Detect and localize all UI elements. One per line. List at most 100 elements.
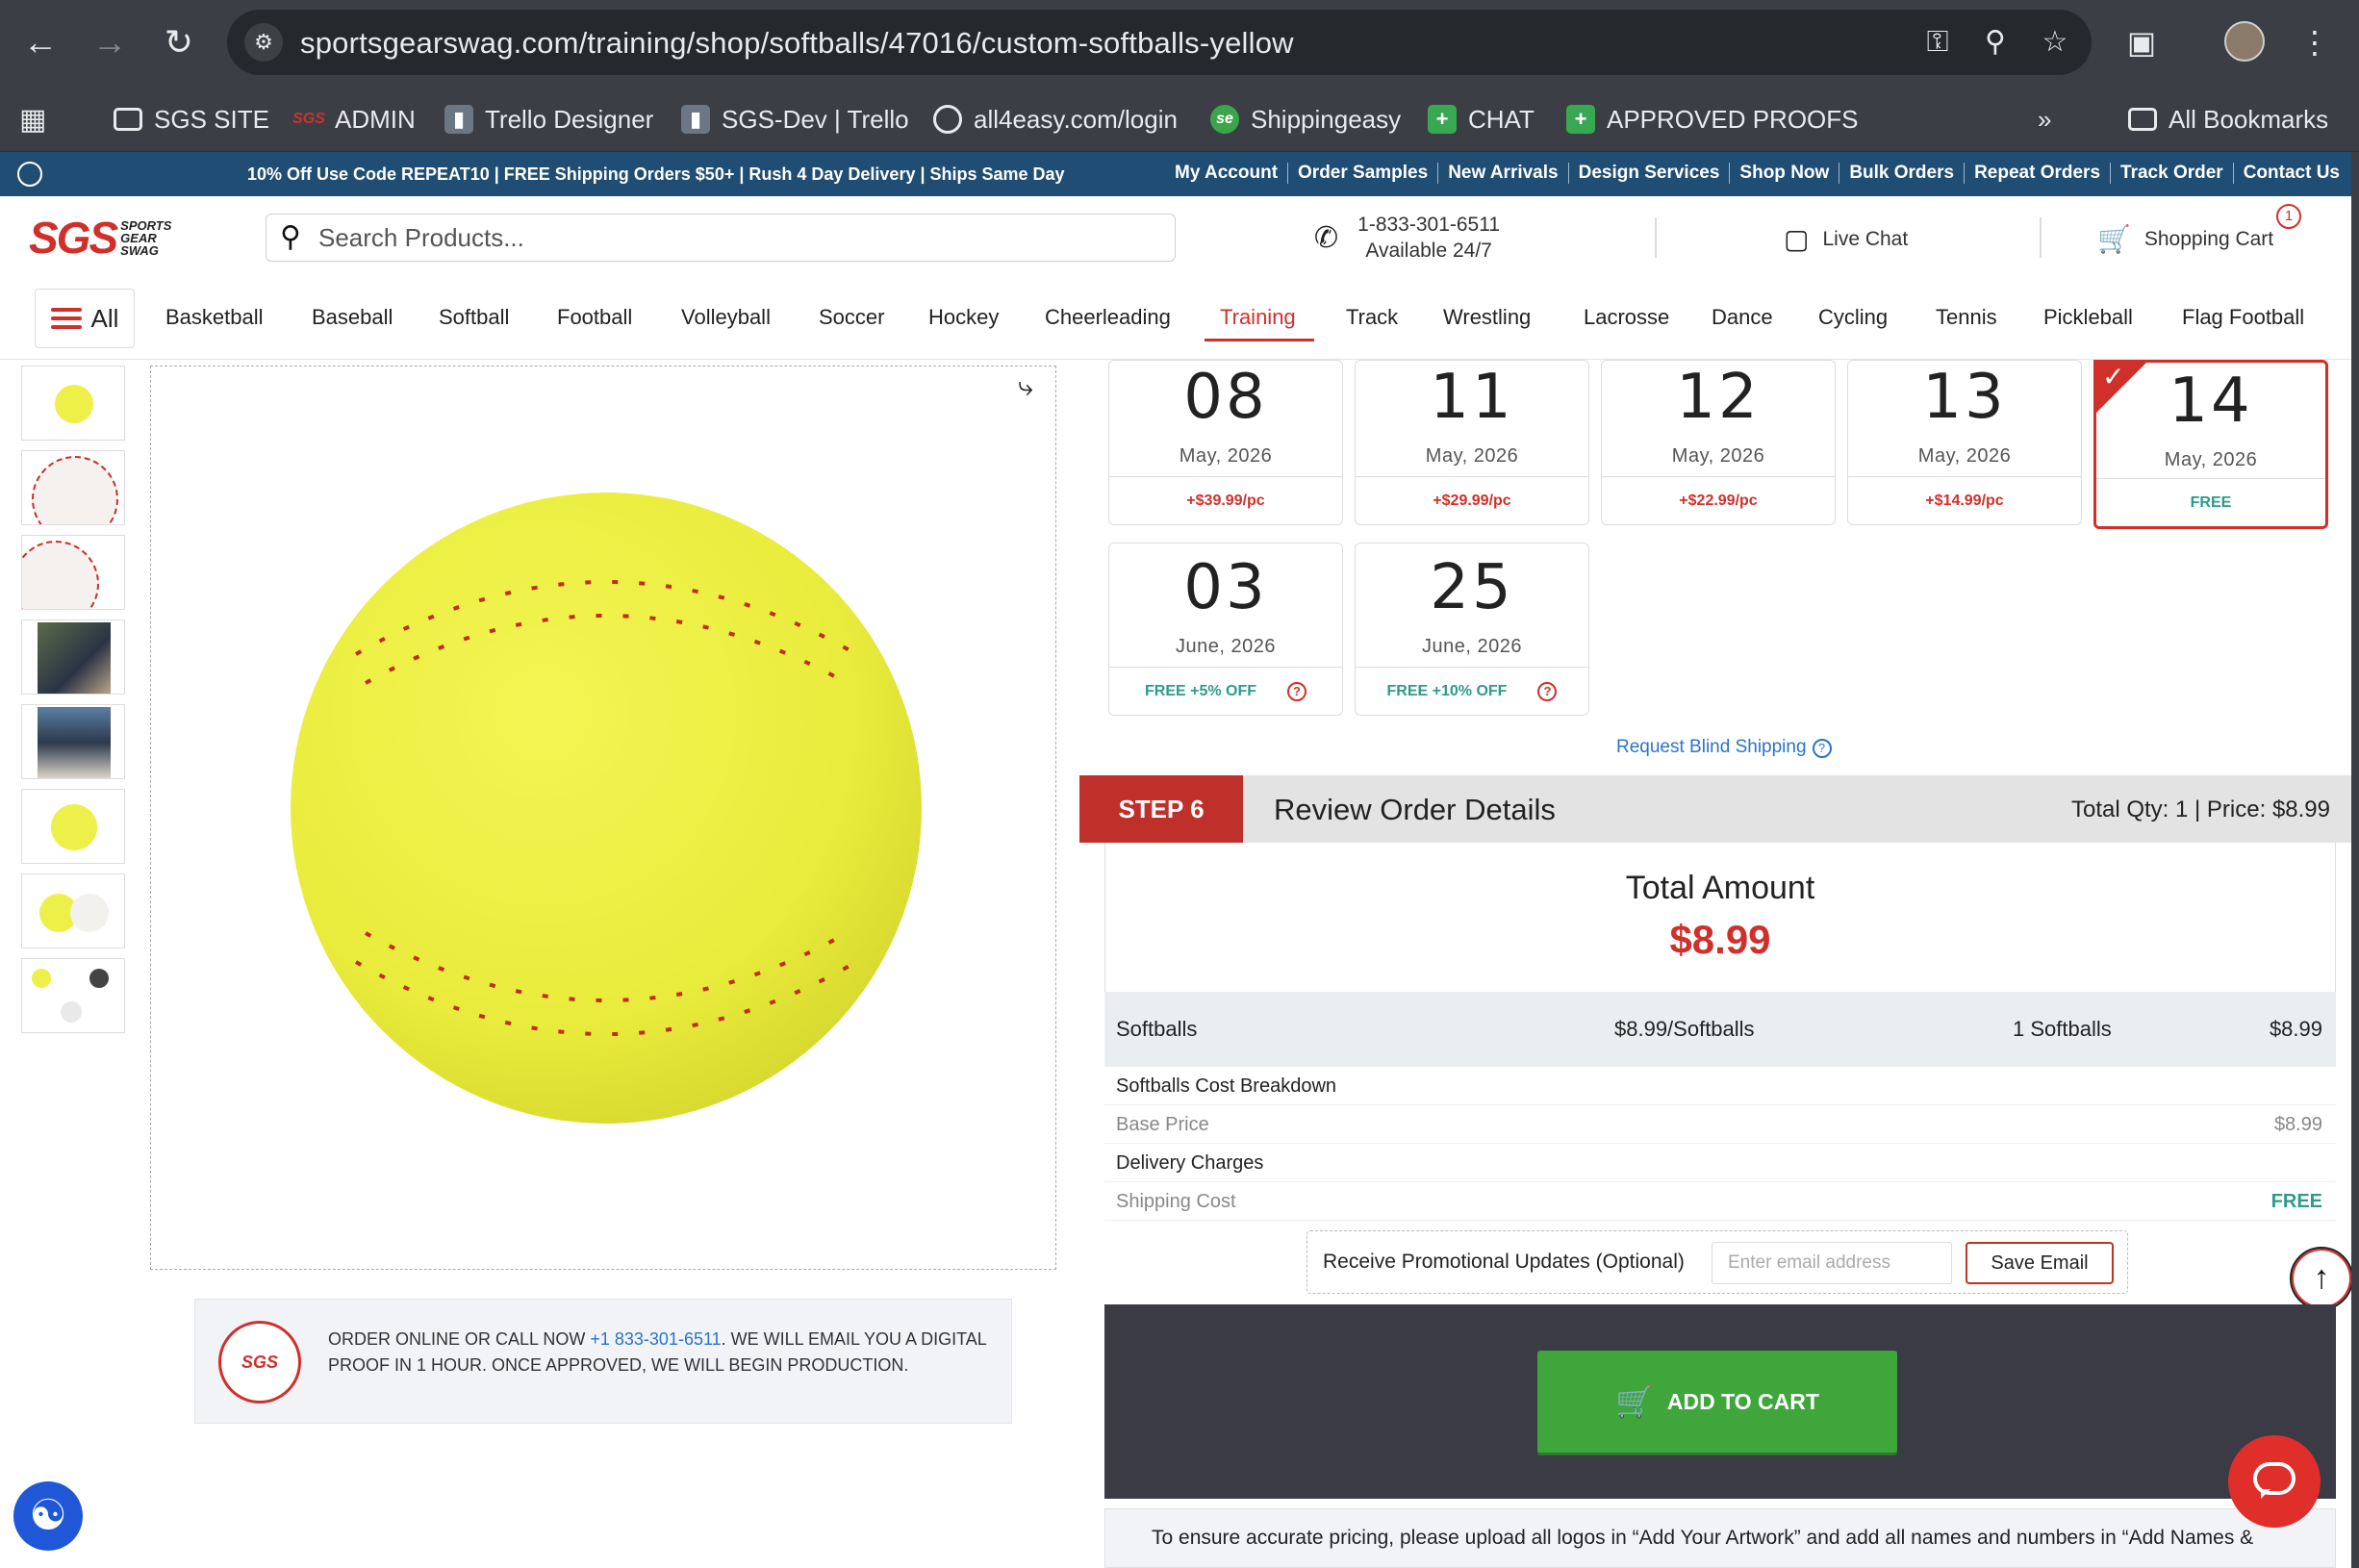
nav-soccer[interactable]: Soccer bbox=[819, 305, 884, 330]
accessibility-icon[interactable]: ☯ bbox=[13, 1481, 83, 1551]
nav-cheerleading[interactable]: Cheerleading bbox=[1045, 305, 1171, 330]
link-bulk-orders[interactable]: Bulk Orders bbox=[1839, 163, 1964, 184]
back-button[interactable]: ← bbox=[17, 19, 63, 65]
nav-basketball[interactable]: Basketball bbox=[165, 305, 264, 330]
share-icon[interactable]: ⤷ bbox=[1018, 371, 1033, 403]
nav-volleyball[interactable]: Volleyball bbox=[681, 305, 771, 330]
cart-count-badge: 1 bbox=[2276, 204, 2301, 229]
bookmark-all4easy[interactable]: all4easy.com/login bbox=[933, 100, 1178, 139]
save-email-button[interactable]: Save Email bbox=[1966, 1242, 2114, 1284]
nav-dance[interactable]: Dance bbox=[1712, 305, 1773, 330]
delivery-date-card[interactable]: 08 May, 2026 +$39.99/pc bbox=[1108, 360, 1343, 525]
bookmark-approved-proofs[interactable]: + APPROVED PROOFS bbox=[1566, 100, 1859, 139]
divider bbox=[2040, 217, 2042, 258]
bookmark-star-icon[interactable]: ☆ bbox=[2038, 25, 2072, 60]
nav-lacrosse[interactable]: Lacrosse bbox=[1584, 305, 1669, 330]
shipping-cost-row: Shipping Cost FREE bbox=[1104, 1182, 2336, 1221]
shopping-cart-link[interactable]: 🛒 Shopping Cart bbox=[2097, 223, 2273, 255]
forward-button[interactable]: → bbox=[87, 19, 133, 65]
all-categories-button[interactable]: All bbox=[35, 289, 135, 348]
thumbnail[interactable] bbox=[21, 789, 125, 864]
link-design-services[interactable]: Design Services bbox=[1567, 163, 1730, 184]
thumbnail[interactable] bbox=[21, 704, 125, 779]
key-icon[interactable]: ⚿ bbox=[1920, 25, 1955, 60]
delivery-date-card[interactable]: 25 June, 2026 FREE +10% OFF? bbox=[1355, 543, 1589, 716]
nav-baseball[interactable]: Baseball bbox=[312, 305, 393, 330]
request-blind-shipping-link[interactable]: Request Blind Shipping? bbox=[1616, 737, 1832, 758]
delivery-date-card[interactable]: 03 June, 2026 FREE +5% OFF? bbox=[1108, 543, 1343, 716]
thumbnail[interactable] bbox=[21, 366, 125, 441]
thumbnail[interactable] bbox=[21, 450, 125, 525]
link-new-arrivals[interactable]: New Arrivals bbox=[1437, 163, 1567, 184]
thumbnail[interactable] bbox=[21, 620, 125, 695]
search-icon[interactable]: ⚲ bbox=[280, 222, 301, 253]
bookmark-shippingeasy[interactable]: se Shippingeasy bbox=[1210, 100, 1401, 139]
scroll-to-top-button[interactable]: ↑ bbox=[2290, 1247, 2353, 1310]
delivery-date-card[interactable]: 13 May, 2026 +$14.99/pc bbox=[1847, 360, 2082, 525]
nav-wrestling[interactable]: Wrestling bbox=[1443, 305, 1531, 330]
site-logo[interactable]: SGS SPORTS GEAR SWAG bbox=[29, 213, 171, 263]
softball-image bbox=[291, 493, 922, 1124]
thumbnail[interactable] bbox=[21, 873, 125, 948]
bookmark-sgs-dev-trello[interactable]: ▮ SGS-Dev | Trello bbox=[681, 100, 909, 139]
shippingeasy-icon: se bbox=[1210, 105, 1239, 134]
item-unit-price: $8.99/Softballs bbox=[1614, 1017, 1755, 1041]
link-shop-now[interactable]: Shop Now bbox=[1729, 163, 1839, 184]
nav-pickleball[interactable]: Pickleball bbox=[2043, 305, 2133, 330]
profile-avatar[interactable] bbox=[2224, 21, 2265, 62]
zoom-icon[interactable]: ⚲ bbox=[1978, 25, 2013, 60]
date-price: +$29.99/pc bbox=[1356, 476, 1588, 524]
more-bookmarks-icon[interactable]: » bbox=[2038, 100, 2051, 139]
nav-football[interactable]: Football bbox=[557, 305, 632, 330]
help-icon[interactable]: ? bbox=[1537, 681, 1558, 701]
nav-hockey[interactable]: Hockey bbox=[928, 305, 999, 330]
nav-softball[interactable]: Softball bbox=[439, 305, 509, 330]
reload-button[interactable]: ↻ bbox=[156, 19, 202, 65]
nav-tennis[interactable]: Tennis bbox=[1936, 305, 1997, 330]
help-icon[interactable]: ? bbox=[1812, 739, 1832, 758]
all-bookmarks[interactable]: All Bookmarks bbox=[2128, 100, 2328, 139]
site-info-icon[interactable]: ⚙ bbox=[244, 23, 283, 62]
add-to-cart-button[interactable]: 🛒 ADD TO CART bbox=[1537, 1351, 1897, 1453]
nav-track[interactable]: Track bbox=[1346, 305, 1398, 330]
phone-contact[interactable]: ✆ 1-833-301-6511 Available 24/7 bbox=[1314, 212, 1500, 264]
date-month: May, 2026 bbox=[1179, 445, 1273, 467]
bookmark-chat[interactable]: + CHAT bbox=[1428, 100, 1535, 139]
thumbnail[interactable] bbox=[21, 535, 125, 610]
delivery-date-card[interactable]: 12 May, 2026 +$22.99/pc bbox=[1601, 360, 1836, 525]
menu-icon[interactable]: ⋮ bbox=[2292, 19, 2338, 65]
email-label: Receive Promotional Updates (Optional) bbox=[1323, 1251, 1685, 1273]
search-box[interactable]: ⚲ bbox=[266, 214, 1176, 262]
phone-number[interactable]: 1-833-301-6511 bbox=[1357, 212, 1500, 238]
line-item-row: Softballs $8.99/Softballs 1 Softballs $8… bbox=[1104, 992, 2336, 1067]
bookmark-label: Shippingeasy bbox=[1251, 104, 1402, 134]
nav-cycling[interactable]: Cycling bbox=[1818, 305, 1888, 330]
availability-text: Available 24/7 bbox=[1365, 240, 1492, 262]
link-contact-us[interactable]: Contact Us bbox=[2232, 163, 2349, 184]
delivery-date-card-selected[interactable]: ✓ 14 May, 2026 FREE bbox=[2093, 360, 2328, 529]
bookmark-sgs-site[interactable]: SGS SITE bbox=[114, 100, 269, 139]
address-bar[interactable]: ⚙ sportsgearswag.com/training/shop/softb… bbox=[227, 10, 2092, 75]
bookmark-trello-designer[interactable]: ▮ Trello Designer bbox=[444, 100, 653, 139]
link-order-samples[interactable]: Order Samples bbox=[1287, 163, 1437, 184]
nav-flag-football[interactable]: Flag Football bbox=[2182, 305, 2304, 330]
search-input[interactable] bbox=[318, 220, 1155, 255]
add-to-cart-label: ADD TO CART bbox=[1666, 1388, 1819, 1414]
email-input[interactable] bbox=[1712, 1242, 1952, 1284]
bookmark-admin[interactable]: SGS ADMIN bbox=[292, 100, 416, 139]
thumbnail[interactable] bbox=[21, 958, 125, 1033]
live-chat-link[interactable]: ▢ Live Chat bbox=[1784, 223, 1908, 255]
link-my-account[interactable]: My Account bbox=[1165, 163, 1287, 184]
link-repeat-orders[interactable]: Repeat Orders bbox=[1964, 163, 2110, 184]
apps-icon[interactable]: ▦ bbox=[19, 100, 46, 139]
tab-search-icon[interactable]: ▣ bbox=[2118, 19, 2165, 65]
chat-widget-button[interactable] bbox=[2228, 1435, 2321, 1528]
link-track-order[interactable]: Track Order bbox=[2110, 163, 2233, 184]
language-globe-icon[interactable] bbox=[17, 162, 42, 187]
help-icon[interactable]: ? bbox=[1287, 681, 1307, 701]
nav-training[interactable]: Training bbox=[1220, 305, 1296, 330]
url-text[interactable]: sportsgearswag.com/training/shop/softbal… bbox=[300, 26, 1294, 61]
delivery-date-card[interactable]: 11 May, 2026 +$29.99/pc bbox=[1355, 360, 1589, 525]
phone-link[interactable]: +1 833-301-6511 bbox=[590, 1329, 721, 1349]
cart-icon: 🛒 bbox=[1615, 1384, 1654, 1419]
